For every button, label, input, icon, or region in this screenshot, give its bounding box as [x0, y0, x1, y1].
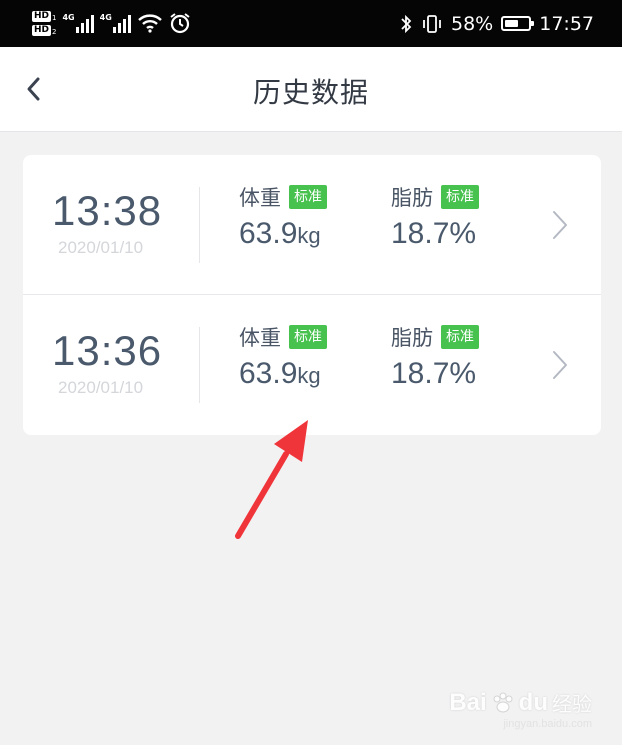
weight-unit: kg — [297, 223, 321, 248]
hd-1-label: HD — [32, 10, 52, 22]
chevron-right-icon — [553, 351, 567, 379]
hd-2-label: HD — [32, 24, 52, 36]
network-type-2: 4G — [99, 13, 112, 22]
weight-status-badge: 标准 — [289, 325, 327, 349]
watermark-logo-text-end: du — [518, 688, 548, 716]
weight-label: 体重 — [239, 326, 281, 350]
nav-bar: 历史数据 — [0, 47, 622, 132]
fat-value: 18.7 — [391, 357, 450, 390]
signal-bars-icon — [112, 13, 131, 33]
hd-1: HD 1 — [32, 10, 57, 22]
fat-value-line: 18.7% — [391, 357, 479, 391]
paw-icon — [493, 692, 513, 712]
hd-2: HD 2 — [32, 24, 57, 36]
bluetooth-icon — [399, 14, 413, 34]
row-separator — [199, 187, 200, 263]
fat-value: 18.7 — [391, 217, 450, 250]
fat-status-badge: 标准 — [441, 185, 479, 209]
record-time: 13:38 — [52, 187, 163, 234]
weight-status-badge: 标准 — [289, 185, 327, 209]
hd-1-sub: 1 — [52, 13, 57, 22]
fat-metric: 脂肪 标准 18.7% — [391, 323, 479, 391]
hd-indicators: HD 1 HD 2 — [32, 10, 57, 36]
annotation-arrow-icon — [235, 420, 308, 539]
record-date: 2020/01/10 — [58, 378, 144, 397]
row-separator — [199, 327, 200, 403]
fat-unit: % — [449, 217, 477, 250]
fat-unit: % — [449, 357, 477, 390]
watermark-logo-text: Bai — [449, 688, 487, 716]
fat-value-line: 18.7% — [391, 217, 479, 251]
weight-unit: kg — [297, 363, 321, 388]
history-record-row[interactable]: 13:38 2020/01/10 体重 标准 63.9kg 脂肪 标准 18.7… — [23, 155, 601, 295]
status-bar-left: HD 1 HD 2 4G 4G — [32, 4, 191, 42]
weight-value: 63.9 — [239, 357, 298, 390]
watermark-url: jingyan.baidu.com — [503, 718, 592, 730]
vibrate-icon — [421, 14, 443, 34]
status-bar-right: 58% 17:57 — [399, 0, 594, 47]
wifi-icon — [137, 13, 163, 33]
fat-metric: 脂肪 标准 18.7% — [391, 183, 479, 251]
history-records-list: 13:38 2020/01/10 体重 标准 63.9kg 脂肪 标准 18.7… — [23, 155, 601, 435]
record-date: 2020/01/10 — [58, 238, 144, 257]
page-title: 历史数据 — [252, 76, 369, 109]
fat-label: 脂肪 — [391, 326, 433, 350]
watermark-cn-text: 经验 — [552, 692, 592, 716]
weight-metric: 体重 标准 63.9kg — [239, 183, 327, 251]
baidu-jingyan-watermark: Bai du 经验 — [449, 688, 592, 717]
fat-label: 脂肪 — [391, 186, 433, 210]
weight-value-line: 63.9kg — [239, 217, 327, 251]
alarm-icon — [169, 12, 191, 34]
battery-icon — [501, 16, 535, 31]
hd-2-sub: 2 — [52, 27, 57, 36]
record-time: 13:36 — [52, 327, 163, 374]
weight-value-line: 63.9kg — [239, 357, 327, 391]
weight-label: 体重 — [239, 186, 281, 210]
weight-value: 63.9 — [239, 217, 298, 250]
clock: 17:57 — [539, 12, 594, 35]
signal-bars-icon — [75, 13, 94, 33]
battery-percent: 58% — [451, 12, 494, 35]
chevron-right-icon — [553, 211, 567, 239]
network-type-1: 4G — [62, 13, 75, 22]
signal-2: 4G — [100, 13, 131, 33]
status-bar: HD 1 HD 2 4G 4G 58% 17:57 — [0, 0, 622, 47]
weight-metric: 体重 标准 63.9kg — [239, 323, 327, 391]
fat-status-badge: 标准 — [441, 325, 479, 349]
battery-fill — [505, 20, 518, 27]
signal-1: 4G — [62, 13, 94, 33]
